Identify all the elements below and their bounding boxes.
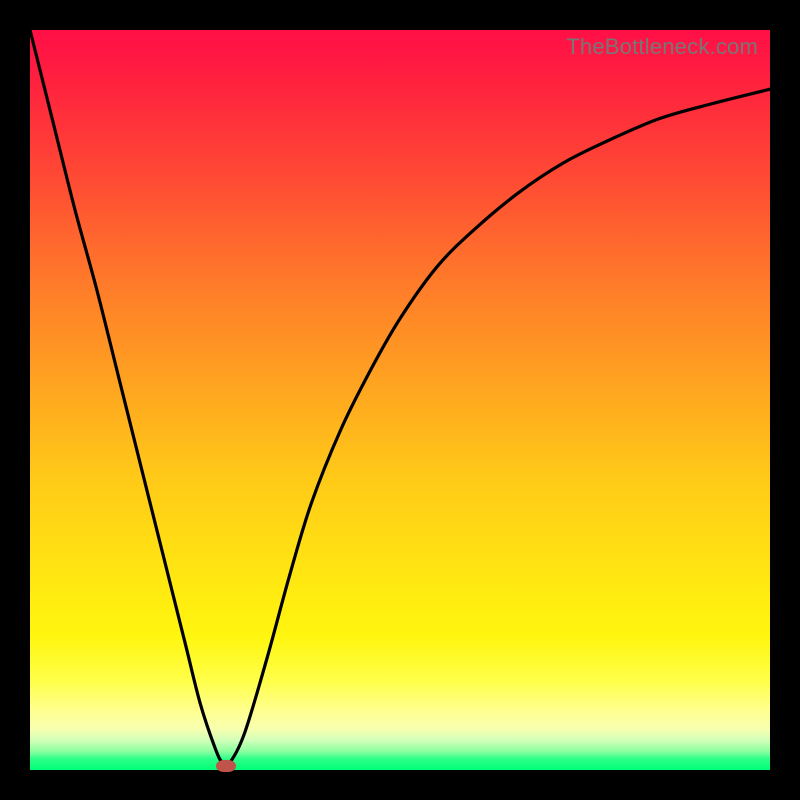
bottleneck-curve xyxy=(30,30,770,770)
plot-area: TheBottleneck.com xyxy=(30,30,770,770)
optimal-point-marker xyxy=(216,760,236,772)
chart-frame: TheBottleneck.com xyxy=(0,0,800,800)
